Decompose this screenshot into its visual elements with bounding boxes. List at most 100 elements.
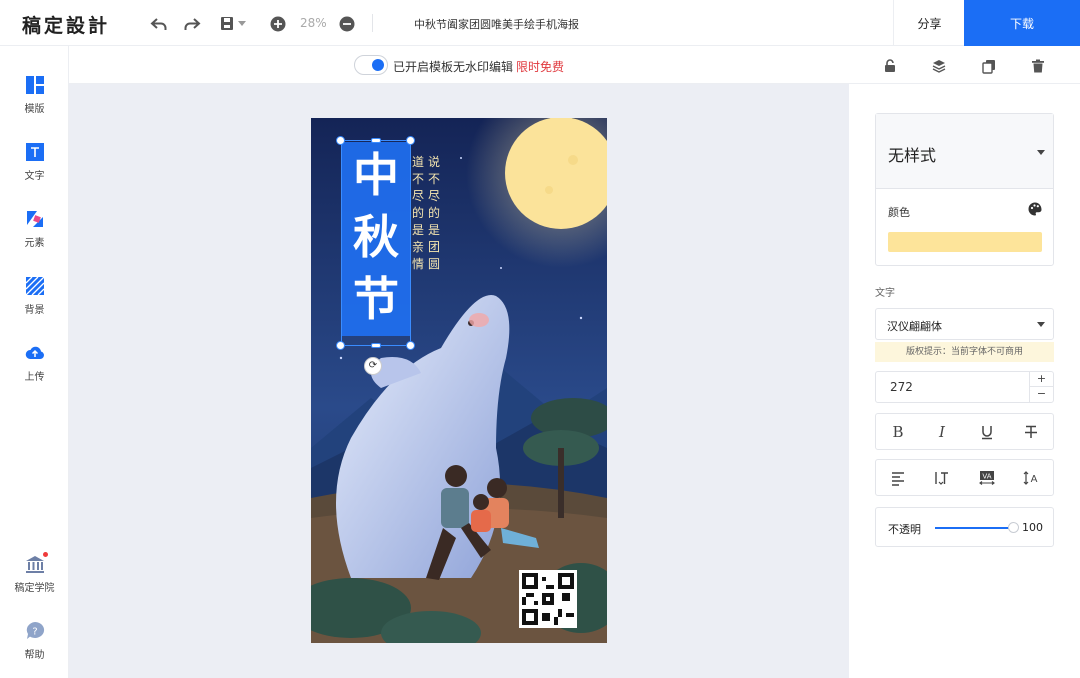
text-icon — [24, 141, 46, 163]
line-height-icon: A — [1023, 470, 1037, 485]
verse-char: 的 — [427, 206, 440, 220]
selection-frame — [341, 140, 411, 346]
upload-icon — [24, 342, 46, 364]
decrement-button[interactable]: − — [1030, 387, 1053, 402]
style-name: 无样式 — [888, 146, 937, 165]
resize-handle-bottom-right[interactable] — [406, 341, 415, 350]
align-button[interactable] — [876, 460, 920, 495]
palette-icon[interactable] — [1027, 201, 1043, 217]
copyright-tip: 版权提示：当前字体不可商用 — [875, 342, 1054, 362]
verse-char: 道 — [411, 155, 424, 169]
verse-char: 不 — [427, 172, 440, 186]
sidebar-item-academy[interactable]: 稿定学院 — [0, 552, 69, 594]
qr-code[interactable] — [519, 570, 577, 628]
increment-button[interactable]: + — [1030, 372, 1053, 387]
verse-char: 尽 — [411, 189, 424, 203]
delete-icon[interactable] — [1030, 58, 1046, 74]
document-title[interactable]: 中秋节阖家团圆唯美手绘手机海报 — [414, 16, 579, 32]
svg-text:A: A — [1030, 474, 1037, 485]
sidebar-item-template[interactable]: 模版 — [0, 74, 69, 115]
save-icon[interactable] — [218, 14, 238, 34]
color-swatch[interactable] — [888, 232, 1042, 252]
sidebar-item-label: 元素 — [24, 238, 45, 249]
chevron-down-icon — [1037, 150, 1045, 155]
zoom-level: 28% — [300, 16, 327, 30]
vertical-text-icon — [935, 471, 949, 485]
sidebar-item-help[interactable]: ? 帮助 — [0, 620, 69, 661]
app-logo[interactable]: 稿定設計 — [22, 11, 110, 38]
svg-text:VA: VA — [982, 472, 991, 480]
canvas-area[interactable]: 说 不 尽 的 是 团 圆 道 不 尽 的 是 亲 情 中 秋 节 ⟳ — [69, 84, 849, 678]
resize-handle-top-right[interactable] — [406, 136, 415, 145]
academy-icon — [24, 552, 48, 575]
letter-spacing-button[interactable]: VA — [965, 460, 1009, 495]
divider — [372, 14, 373, 32]
verse-char: 不 — [411, 172, 424, 186]
color-label: 颜色 — [888, 206, 910, 219]
template-icon — [24, 74, 46, 96]
vertical-text-button[interactable] — [920, 460, 964, 495]
watermark-status-text: 已开启模板无水印编辑 — [393, 60, 514, 74]
verse-char: 的 — [411, 206, 424, 220]
sidebar-item-background[interactable]: 背景 — [0, 275, 69, 316]
svg-text:I: I — [938, 423, 946, 441]
sidebar-item-label: 帮助 — [24, 650, 45, 661]
watermark-toggle[interactable] — [354, 55, 388, 75]
text-section-label: 文字 — [875, 288, 895, 299]
download-button[interactable]: 下载 — [964, 0, 1080, 46]
text-layout-toolbar: VA A — [875, 459, 1054, 496]
font-size-input[interactable]: 272 + − — [875, 371, 1054, 403]
bold-button[interactable]: B — [876, 414, 920, 449]
verse-char: 说 — [427, 155, 440, 169]
sidebar-item-label: 文字 — [24, 171, 45, 182]
italic-button[interactable]: I — [920, 414, 964, 449]
style-selector[interactable]: 无样式 — [876, 114, 1053, 189]
lock-icon[interactable] — [882, 58, 898, 74]
verse-char: 亲 — [411, 240, 424, 254]
help-icon: ? — [24, 620, 46, 642]
duplicate-icon[interactable] — [981, 58, 997, 74]
font-size-value: 272 — [890, 380, 913, 394]
layers-icon[interactable] — [931, 58, 947, 74]
italic-icon: I — [938, 423, 946, 441]
font-family-select[interactable]: 汉仪翩翩体 — [875, 308, 1054, 340]
strikethrough-icon — [1024, 425, 1037, 438]
resize-handle-top[interactable] — [371, 138, 381, 143]
sidebar-item-text[interactable]: 文字 — [0, 141, 69, 182]
share-button[interactable]: 分享 — [893, 0, 965, 46]
opacity-control: 不透明 100 — [875, 507, 1054, 547]
verse-column-left[interactable]: 道 不 尽 的 是 亲 情 — [411, 154, 425, 273]
underline-button[interactable] — [965, 414, 1009, 449]
top-bar: 稿定設計 28% 中秋节阖家团圆唯美手绘手机海报 分享 下载 — [0, 0, 1080, 46]
resize-handle-bottom[interactable] — [371, 343, 381, 348]
zoom-in-icon[interactable] — [268, 14, 288, 34]
resize-handle-bottom-left[interactable] — [336, 341, 345, 350]
strikethrough-button[interactable] — [1009, 414, 1053, 449]
zoom-out-icon[interactable] — [337, 14, 357, 34]
text-format-toolbar: B I — [875, 413, 1054, 450]
verse-column-right[interactable]: 说 不 尽 的 是 团 圆 — [427, 154, 441, 273]
underline-icon — [981, 425, 992, 439]
resize-handle-top-left[interactable] — [336, 136, 345, 145]
sidebar-item-elements[interactable]: 元素 — [0, 208, 69, 249]
chevron-down-icon — [1037, 322, 1045, 327]
free-badge[interactable]: 限时免费 — [516, 58, 564, 75]
opacity-slider-thumb[interactable] — [1008, 522, 1019, 533]
letter-spacing-icon: VA — [978, 470, 995, 485]
sidebar-item-label: 背景 — [24, 305, 45, 316]
verse-char: 情 — [411, 257, 424, 271]
save-dropdown-icon[interactable] — [236, 17, 248, 29]
sidebar-item-upload[interactable]: 上传 — [0, 342, 69, 383]
background-icon — [24, 275, 46, 297]
elements-icon — [24, 208, 46, 230]
notification-dot — [42, 552, 48, 557]
opacity-value[interactable]: 100 — [1022, 521, 1043, 534]
undo-icon[interactable] — [149, 14, 169, 34]
line-height-button[interactable]: A — [1009, 460, 1053, 495]
opacity-slider-track[interactable] — [935, 527, 1009, 529]
verse-char: 是 — [427, 223, 440, 237]
svg-text:?: ? — [32, 627, 37, 638]
opacity-label: 不透明 — [888, 523, 921, 536]
rotate-handle-icon[interactable]: ⟳ — [364, 357, 382, 375]
redo-icon[interactable] — [182, 14, 202, 34]
